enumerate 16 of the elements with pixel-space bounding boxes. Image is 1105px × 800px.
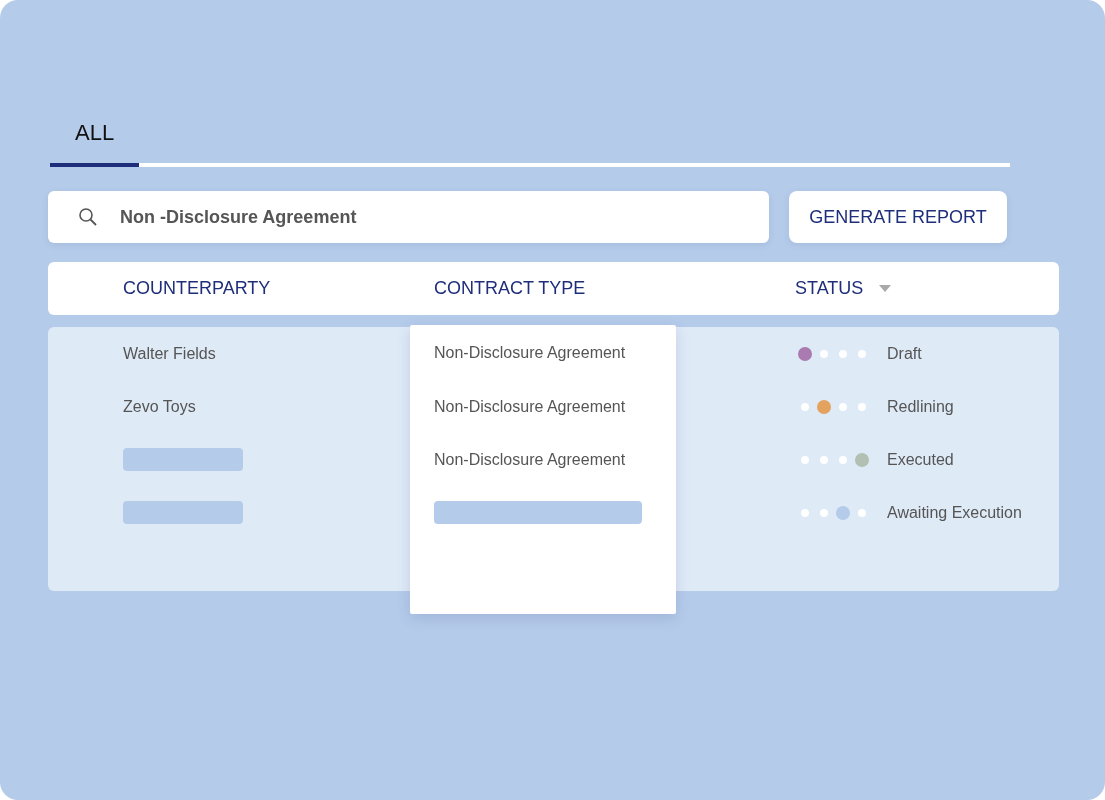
status-text: Executed [887, 449, 954, 470]
status-text: Draft [887, 343, 922, 364]
status-text: Redlining [887, 396, 954, 417]
counterparty-text: Zevo Toys [123, 396, 196, 417]
contract-type-text: Non-Disclosure Agreement [434, 449, 626, 470]
column-header: CONTRACT TYPE [434, 277, 586, 300]
column-header: COUNTERPARTY [123, 277, 271, 300]
status-text: Awaiting Execution [887, 502, 1022, 523]
search-icon [78, 207, 98, 227]
column-header[interactable]: STATUS [795, 275, 864, 302]
tab[interactable]: ALL [50, 112, 140, 167]
sort-caret-icon[interactable] [879, 284, 892, 293]
generate-report-button[interactable]: GENERATE REPORT [789, 191, 1007, 243]
counterparty-text: Walter Fields [123, 343, 216, 364]
contract-type-text: Non-Disclosure Agreement [434, 342, 626, 363]
contract-type-text: Non-Disclosure Agreement [434, 396, 626, 417]
